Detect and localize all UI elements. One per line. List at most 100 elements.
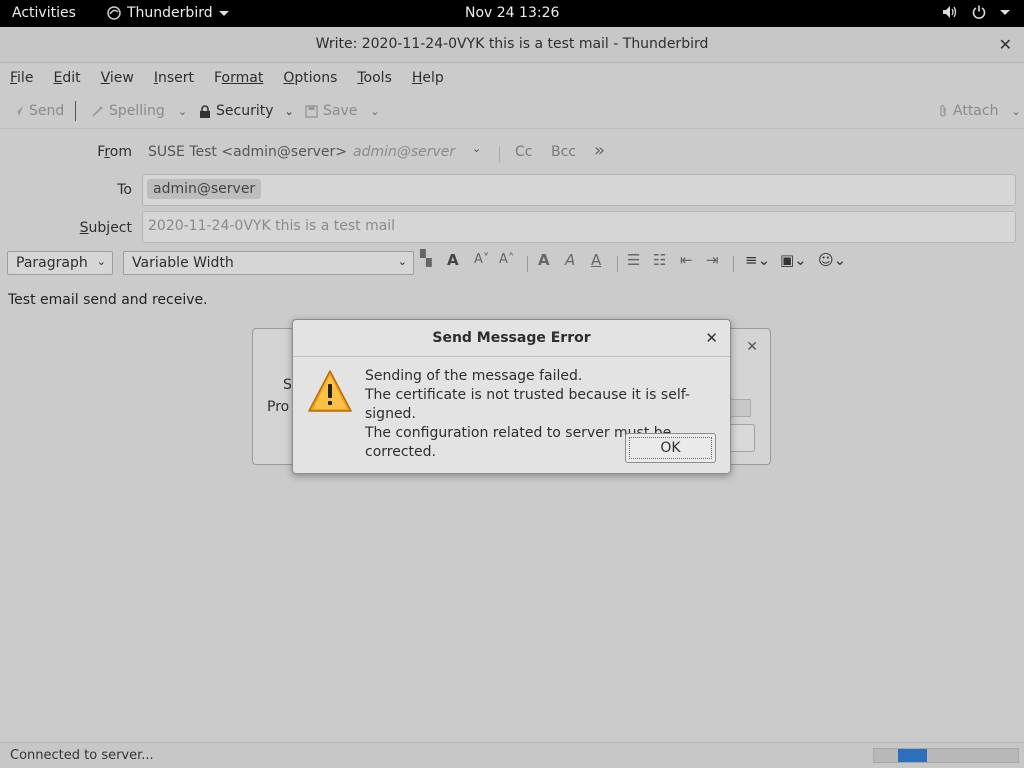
chevron-down-icon: ⌄ (397, 255, 407, 268)
power-icon (972, 5, 986, 19)
compose-toolbar: Send Spelling ⌄ Security ⌄ Save ⌄ Attach… (0, 93, 1024, 129)
save-button[interactable]: Save ⌄ (305, 103, 380, 119)
from-selector[interactable]: SUSE Test <admin@server> admin@server (148, 144, 455, 160)
menu-edit[interactable]: Edit (53, 70, 80, 93)
underline-icon[interactable]: A (591, 251, 601, 269)
volume-icon (943, 6, 957, 18)
menu-label-rest: ptions (294, 70, 338, 86)
insert-image-icon[interactable]: ▣⌄ (780, 251, 807, 269)
emoji-icon[interactable]: ☺⌄ (818, 251, 846, 269)
format-divider (617, 256, 618, 272)
font-select[interactable]: Variable Width ⌄ (123, 251, 414, 275)
menu-bar: File Edit View Insert Format Options Too… (0, 63, 1024, 93)
progress-label: Pro (267, 399, 290, 415)
to-label: To (117, 182, 132, 198)
chevron-down-icon (218, 10, 229, 16)
spelling-icon (92, 105, 103, 117)
system-menu[interactable] (942, 5, 1010, 19)
window-title: Write: 2020-11-24-0VYK this is a test ma… (315, 36, 709, 52)
paragraph-format-select[interactable]: Paragraph ⌄ (7, 251, 113, 275)
paperclip-icon (940, 104, 946, 117)
menu-label-rest: ile (17, 70, 34, 86)
chevron-down-icon[interactable]: ⌄ (370, 105, 379, 118)
menu-file[interactable]: File (10, 70, 33, 93)
error-line: The certificate is not trusted because i… (365, 387, 690, 422)
cc-button[interactable]: Cc (515, 144, 532, 160)
font-smaller-icon[interactable]: A˅ (474, 252, 489, 267)
progress-fill (898, 749, 927, 762)
bulleted-list-icon[interactable]: ☰ (627, 251, 640, 269)
bcc-button[interactable]: Bcc (551, 144, 576, 160)
menu-insert[interactable]: Insert (154, 70, 194, 93)
spelling-button-label: Spelling (109, 103, 165, 119)
attach-button[interactable]: Attach ⌄ (938, 103, 1021, 119)
dialog-title: Send Message Error (432, 330, 591, 346)
menu-help[interactable]: Help (412, 70, 444, 93)
chevron-down-icon[interactable]: ⌄ (178, 105, 187, 118)
activities-button[interactable]: Activities (12, 5, 76, 21)
align-icon[interactable]: ≡⌄ (745, 251, 770, 269)
menu-options[interactable]: Options (283, 70, 337, 93)
chevron-down-icon[interactable]: ⌄ (285, 105, 294, 118)
subject-value: 2020-11-24-0VYK this is a test mail (148, 218, 396, 234)
send-error-dialog: Send Message Error ✕ Sending of the mess… (292, 319, 731, 474)
from-identity: admin@server (352, 144, 456, 160)
font-size-reset-icon[interactable]: A (447, 251, 459, 269)
menu-label-rest: dit (62, 70, 81, 86)
menu-label-rest: nsert (157, 70, 194, 86)
save-button-label: Save (323, 103, 358, 119)
close-icon[interactable]: ✕ (705, 329, 718, 347)
indent-icon[interactable]: ⇥ (706, 251, 719, 269)
window-close-icon[interactable]: ✕ (999, 35, 1012, 54)
status-text: Connected to server... (10, 748, 154, 763)
menu-mnemonic: V (100, 70, 110, 86)
font-larger-icon[interactable]: A˄ (499, 252, 514, 267)
menu-mnemonic: F (213, 70, 222, 86)
warning-icon (308, 370, 352, 412)
chevron-down-icon[interactable]: ⌄ (1011, 105, 1020, 118)
progress-bar (873, 748, 1019, 763)
menu-view[interactable]: View (101, 70, 134, 93)
chevron-down-icon[interactable]: ⌄ (472, 142, 481, 155)
clock[interactable]: Nov 24 13:26 (465, 5, 559, 21)
menu-tools[interactable]: Tools (357, 70, 392, 93)
thunderbird-app-icon (107, 6, 121, 20)
app-menu[interactable]: Thunderbird (107, 5, 229, 21)
recipient-pill[interactable]: admin@server (147, 179, 262, 199)
ok-button-label: OK (629, 437, 712, 459)
subject-label-part: ubject (88, 220, 132, 236)
save-icon (305, 104, 318, 118)
ok-button[interactable]: OK (625, 433, 716, 463)
send-icon (13, 106, 23, 116)
bold-icon[interactable]: A (538, 251, 550, 269)
dialog-header: Send Message Error ✕ (293, 320, 730, 357)
more-fields-icon[interactable]: » (594, 140, 605, 161)
security-button[interactable]: Security ⌄ (199, 103, 294, 119)
to-field[interactable]: admin@server (142, 174, 1016, 206)
menu-mnemonic: O (283, 70, 295, 86)
menu-mnemonic: F (10, 70, 18, 86)
close-icon[interactable]: ✕ (746, 339, 758, 355)
chevron-down-icon (1000, 9, 1010, 15)
from-label-part: om (109, 144, 132, 160)
send-button[interactable]: Send (12, 103, 64, 119)
menu-label-rest: elp (422, 70, 444, 86)
menu-format[interactable]: Format (214, 70, 263, 93)
attach-button-label: Attach (953, 103, 999, 119)
menu-mnemonic: E (53, 70, 63, 86)
chevron-down-icon: ⌄ (96, 255, 106, 268)
format-divider (527, 256, 528, 272)
italic-icon[interactable]: A (565, 251, 575, 269)
error-line: Sending of the message failed. (365, 368, 583, 384)
menu-label-rest: iew (109, 70, 134, 86)
lock-icon (200, 104, 210, 118)
from-value: SUSE Test <admin@server> (148, 144, 347, 160)
numbered-list-icon[interactable]: ☷ (653, 251, 666, 269)
spelling-button[interactable]: Spelling ⌄ (91, 103, 187, 119)
subject-field[interactable]: 2020-11-24-0VYK this is a test mail (142, 211, 1016, 243)
window-titlebar: Write: 2020-11-24-0VYK this is a test ma… (0, 27, 1024, 63)
outdent-icon[interactable]: ⇤ (680, 251, 693, 269)
subject-label: Subject (52, 220, 132, 236)
text-color-icon[interactable]: ▚ (420, 249, 432, 267)
toolbar-divider (75, 101, 76, 121)
